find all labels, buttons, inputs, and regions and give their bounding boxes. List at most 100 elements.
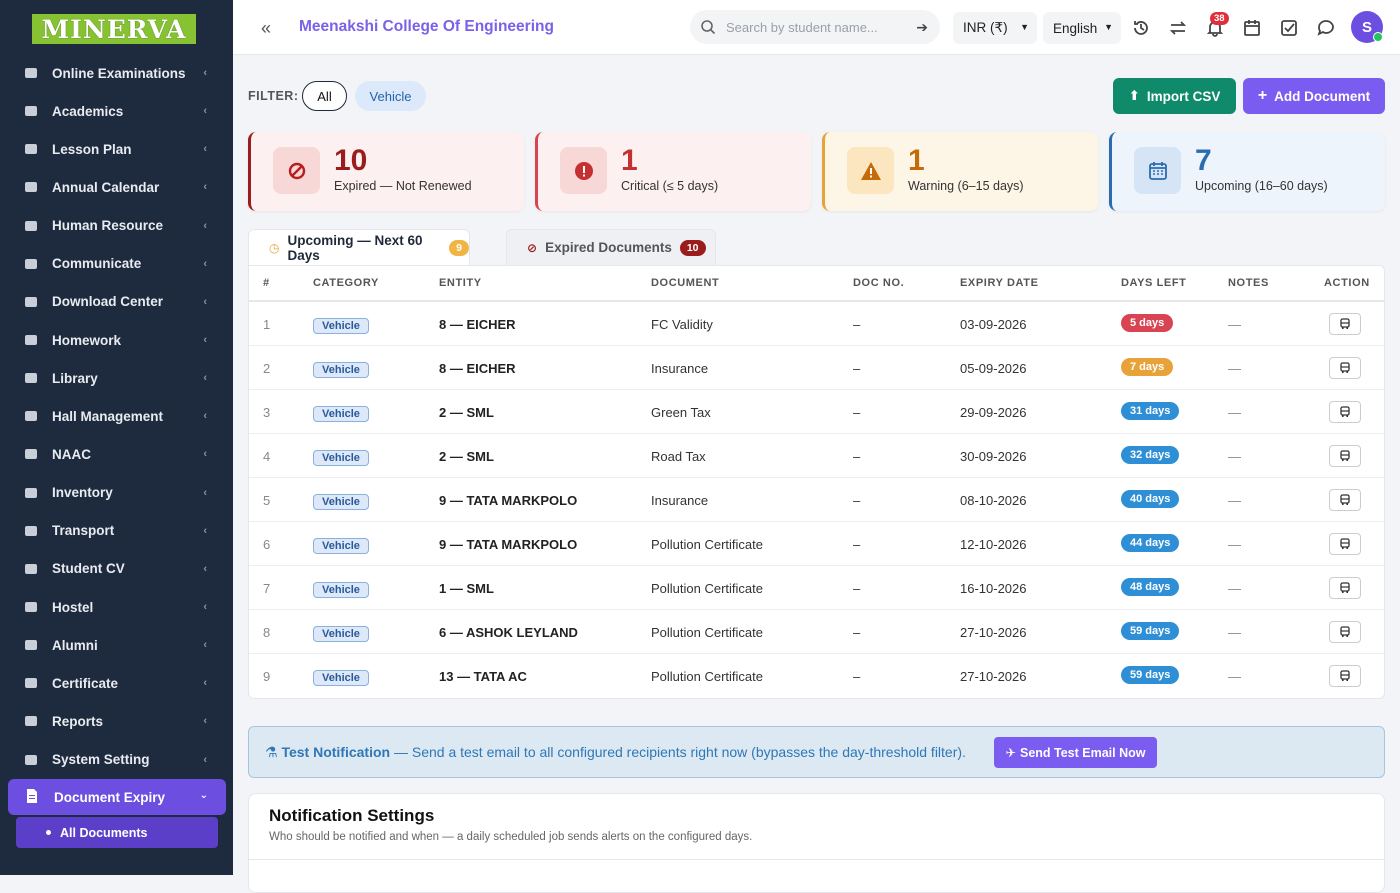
notes-cell: — bbox=[1228, 625, 1241, 640]
sidebar-item-academics[interactable]: Academics ‹ bbox=[0, 92, 233, 130]
chevron-left-icon: ‹ bbox=[203, 219, 207, 232]
history-icon[interactable] bbox=[1132, 19, 1150, 37]
sidebar-item-reports[interactable]: Reports ‹ bbox=[0, 702, 233, 740]
chat-icon[interactable] bbox=[1317, 19, 1335, 37]
calendar-icon[interactable] bbox=[1243, 19, 1261, 37]
doc-no-cell: – bbox=[853, 537, 861, 552]
upcoming-card[interactable]: 7 Upcoming (16–60 days) bbox=[1109, 132, 1385, 211]
table-row: 5 Vehicle 9 — TATA MARKPOLO Insurance – 08-10… bbox=[249, 478, 1384, 522]
sidebar-item-alumni[interactable]: Alumni ‹ bbox=[0, 626, 233, 664]
book-icon bbox=[22, 446, 40, 462]
sidebar-item-library[interactable]: Library ‹ bbox=[0, 359, 233, 397]
sidebar-item-label: NAAC bbox=[52, 446, 91, 462]
sidebar-item-certificate[interactable]: Certificate ‹ bbox=[0, 664, 233, 702]
send-test-email-label: Send Test Email Now bbox=[1019, 745, 1146, 760]
document-cell: Insurance bbox=[651, 493, 709, 508]
chevron-left-icon: ‹ bbox=[203, 181, 207, 194]
notes-cell: — bbox=[1228, 669, 1241, 684]
sidebar-item-label: Lesson Plan bbox=[52, 141, 132, 157]
row-index: 5 bbox=[263, 493, 271, 508]
row-index: 7 bbox=[263, 581, 271, 596]
divider bbox=[249, 859, 1384, 860]
add-document-label: Add Document bbox=[1274, 88, 1371, 104]
vehicle-action-button[interactable] bbox=[1329, 357, 1361, 379]
sidebar-item-naac[interactable]: NAAC ‹ bbox=[0, 435, 233, 473]
vehicle-action-button[interactable] bbox=[1329, 489, 1361, 511]
arrow-right-icon[interactable]: ➔ bbox=[916, 19, 928, 36]
sidebar-item-label: Inventory bbox=[52, 485, 113, 501]
sidebar-item-document-expiry[interactable]: Document Expiry ⌄ bbox=[8, 779, 226, 815]
subnav-all-documents[interactable]: All Documents bbox=[16, 817, 218, 848]
sidebar-item-human-resource[interactable]: Human Resource ‹ bbox=[0, 207, 233, 245]
warning-icon bbox=[847, 147, 894, 194]
sidebar-item-download-center[interactable]: Download Center ‹ bbox=[0, 283, 233, 321]
currency-value: INR (₹) bbox=[963, 20, 1008, 35]
settings-subtitle: Who should be notified and when — a dail… bbox=[269, 831, 753, 843]
currency-select[interactable]: INR (₹) ▼ bbox=[953, 12, 1037, 44]
chevron-left-icon: ‹ bbox=[203, 562, 207, 575]
warning-card[interactable]: 1 Warning (6–15 days) bbox=[822, 132, 1098, 211]
chevron-left-icon: ‹ bbox=[203, 67, 207, 79]
bus-icon bbox=[1339, 626, 1351, 638]
sidebar-item-hostel[interactable]: Hostel ‹ bbox=[0, 588, 233, 626]
bus-icon bbox=[1339, 318, 1351, 330]
warning-count: 1 bbox=[908, 144, 925, 177]
avatar[interactable]: S bbox=[1351, 11, 1383, 43]
list-icon bbox=[22, 141, 40, 157]
table-row: 2 Vehicle 8 — EICHER Insurance – 05-09-2026 7 … bbox=[249, 346, 1384, 390]
exchange-icon[interactable] bbox=[1169, 19, 1187, 37]
sidebar-item-online-examinations[interactable]: Online Examinations ‹ bbox=[0, 54, 233, 92]
chevron-down-icon: ⌄ bbox=[199, 790, 208, 801]
expired-card[interactable]: 10 Expired — Not Renewed bbox=[248, 132, 524, 211]
sidebar-item-student-cv[interactable]: Student CV ‹ bbox=[0, 550, 233, 588]
sidebar-item-system-setting[interactable]: System Setting ‹ bbox=[0, 741, 233, 779]
import-csv-button[interactable]: ⬆ Import CSV bbox=[1113, 78, 1236, 114]
critical-card[interactable]: 1 Critical (≤ 5 days) bbox=[535, 132, 811, 211]
notes-cell: — bbox=[1228, 317, 1241, 332]
add-document-button[interactable]: + Add Document bbox=[1243, 78, 1385, 114]
sidebar-item-label: Library bbox=[52, 370, 98, 386]
tab-expired[interactable]: ⊘ Expired Documents 10 bbox=[506, 229, 716, 266]
vehicle-action-button[interactable] bbox=[1329, 665, 1361, 687]
vehicle-action-button[interactable] bbox=[1329, 401, 1361, 423]
document-cell: Road Tax bbox=[651, 449, 706, 464]
days-left-badge: 40 days bbox=[1121, 490, 1180, 508]
clock-icon: ◷ bbox=[269, 241, 280, 255]
doc-no-cell: – bbox=[853, 449, 861, 464]
sidebar-item-homework[interactable]: Homework ‹ bbox=[0, 321, 233, 359]
notes-cell: — bbox=[1228, 581, 1241, 596]
tab-upcoming-count: 9 bbox=[449, 240, 469, 256]
table-row: 9 Vehicle 13 — TATA AC Pollution Certificat… bbox=[249, 654, 1384, 698]
sidebar-item-inventory[interactable]: Inventory ‹ bbox=[0, 474, 233, 512]
category-badge: Vehicle bbox=[313, 318, 369, 334]
days-left-badge: 44 days bbox=[1121, 534, 1180, 552]
filter-vehicle-chip[interactable]: Vehicle bbox=[355, 81, 426, 111]
sidebar-item-label: Annual Calendar bbox=[52, 179, 160, 195]
logo: MINERVA bbox=[32, 14, 196, 44]
vehicle-action-button[interactable] bbox=[1329, 445, 1361, 467]
bus-icon bbox=[1339, 406, 1351, 418]
tab-upcoming[interactable]: ◷ Upcoming — Next 60 Days 9 bbox=[248, 229, 470, 266]
sidebar-item-label: Communicate bbox=[52, 256, 142, 272]
sidebar-item-hall-management[interactable]: Hall Management ‹ bbox=[0, 397, 233, 435]
sidebar-item-communicate[interactable]: Communicate ‹ bbox=[0, 245, 233, 283]
search-input[interactable] bbox=[726, 19, 906, 35]
test-notification-desc: — Send a test email to all configured re… bbox=[390, 744, 966, 760]
vehicle-action-button[interactable] bbox=[1329, 533, 1361, 555]
search-box: ➔ bbox=[690, 10, 940, 44]
filter-all-chip[interactable]: All bbox=[302, 81, 347, 111]
sidebar-item-lesson-plan[interactable]: Lesson Plan ‹ bbox=[0, 130, 233, 168]
sidebar-item-annual-calendar[interactable]: Annual Calendar ‹ bbox=[0, 168, 233, 206]
vehicle-action-button[interactable] bbox=[1329, 313, 1361, 335]
sidebar-item-transport[interactable]: Transport ‹ bbox=[0, 512, 233, 550]
vehicle-action-button[interactable] bbox=[1329, 621, 1361, 643]
chevron-left-icon: ‹ bbox=[203, 753, 207, 766]
table-row: 7 Vehicle 1 — SML Pollution Certificate – 16-… bbox=[249, 566, 1384, 610]
language-select[interactable]: English ▼ bbox=[1043, 12, 1121, 44]
collapse-sidebar-icon[interactable]: « bbox=[261, 18, 271, 39]
task-check-icon[interactable] bbox=[1280, 19, 1298, 37]
settings-title: Notification Settings bbox=[269, 806, 435, 825]
bus-icon bbox=[1339, 538, 1351, 550]
vehicle-action-button[interactable] bbox=[1329, 577, 1361, 599]
send-test-email-button[interactable]: ✈ Send Test Email Now bbox=[994, 737, 1157, 768]
